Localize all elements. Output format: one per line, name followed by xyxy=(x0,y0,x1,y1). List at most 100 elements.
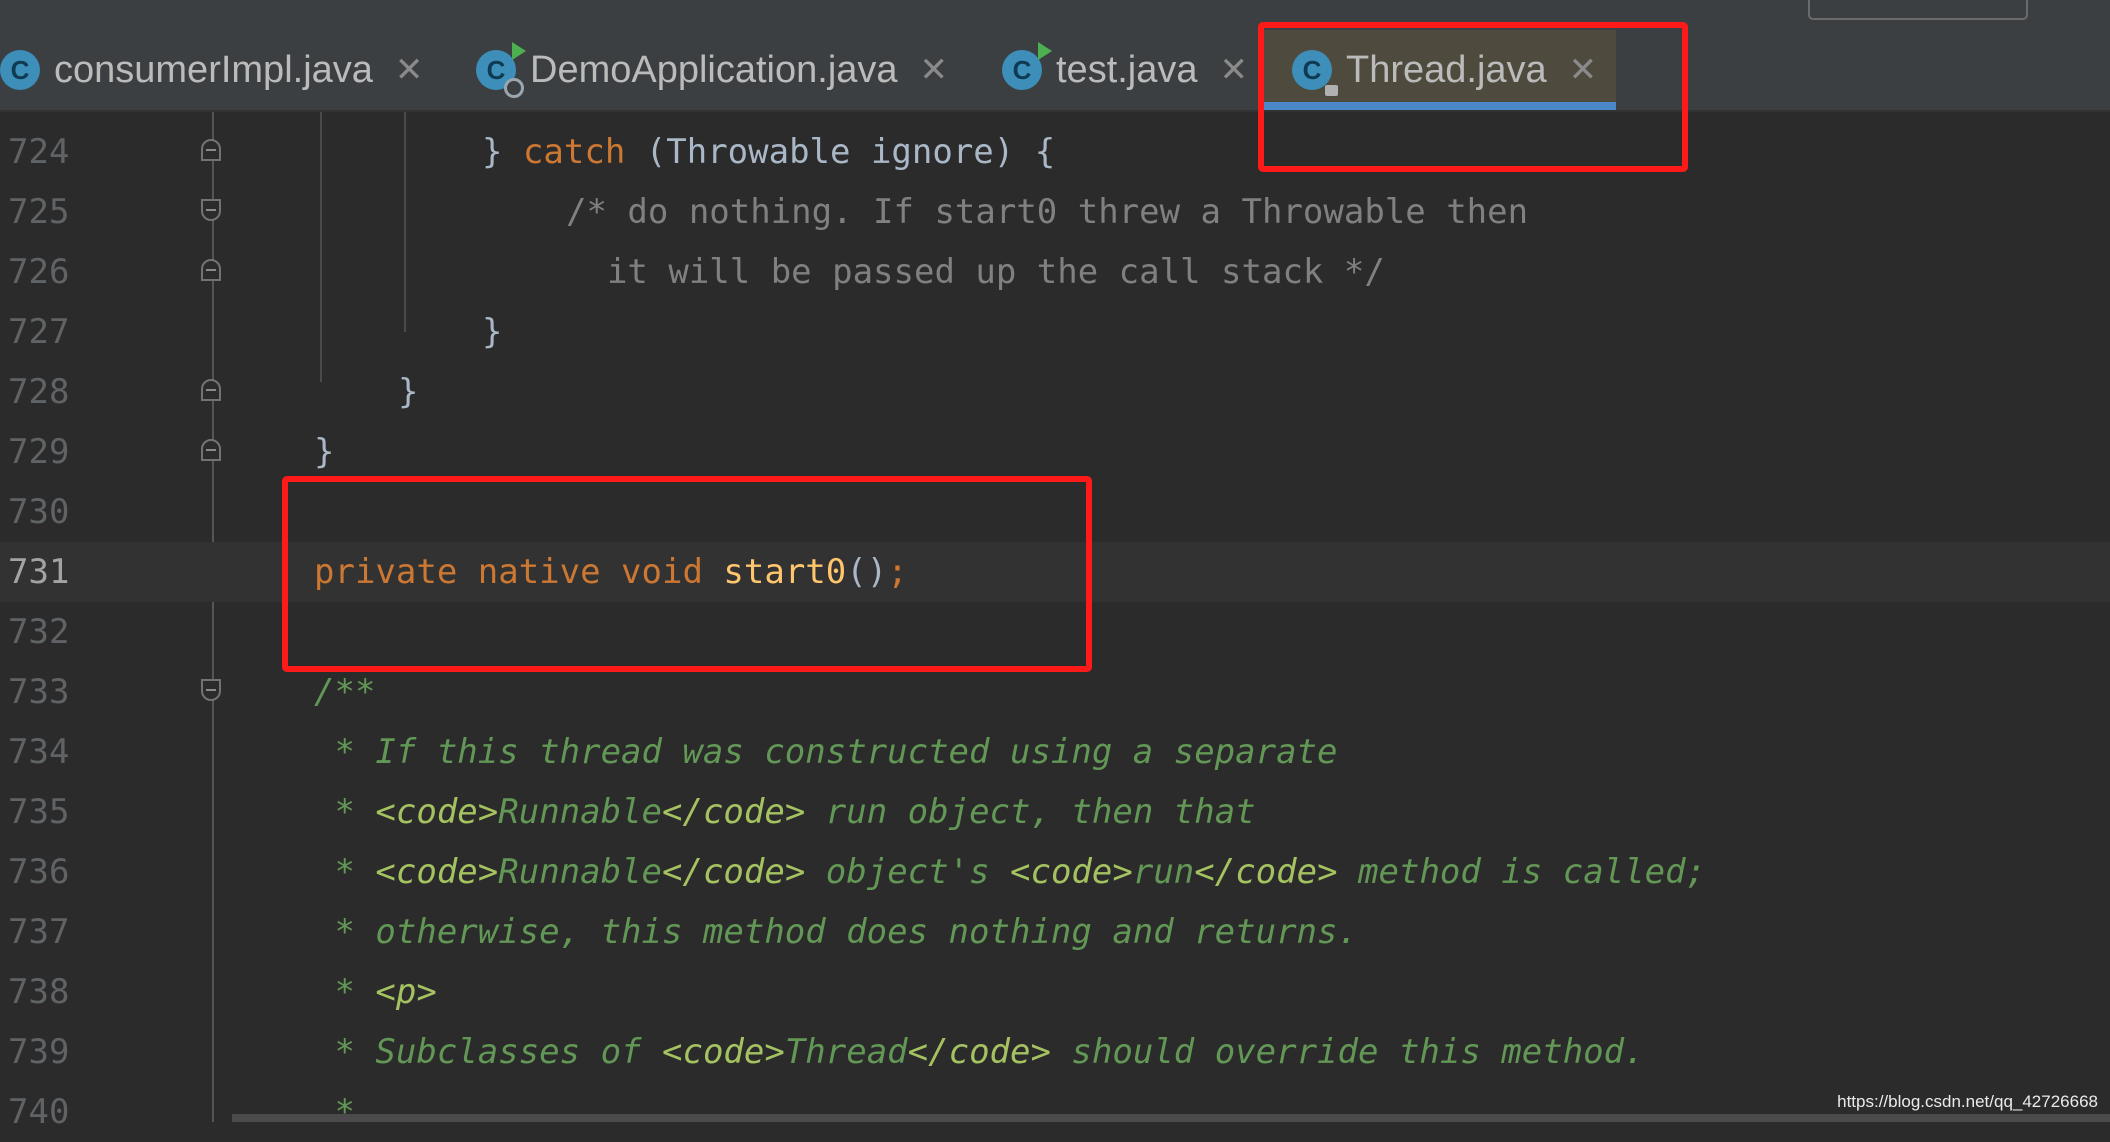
code-text: } xyxy=(482,302,502,362)
line-number: 724 xyxy=(8,132,70,172)
fold-end-icon[interactable] xyxy=(201,139,221,161)
line-number: 734 xyxy=(8,732,70,772)
line-number: 737 xyxy=(8,912,70,952)
line-number: 725 xyxy=(8,192,70,232)
code-text: * xyxy=(314,1082,355,1142)
java-class-icon: C xyxy=(0,50,40,90)
code-line: 734 * If this thread was constructed usi… xyxy=(0,722,2110,782)
code-token: } xyxy=(398,372,419,412)
line-number: 733 xyxy=(8,672,70,712)
code-token: <p> xyxy=(375,972,437,1012)
line-number: 730 xyxy=(8,492,70,532)
tab-consumerimpl[interactable]: C consumerImpl.java ✕ xyxy=(0,30,423,110)
code-token: * xyxy=(314,972,376,1012)
runnable-class-icon: C xyxy=(1002,42,1052,90)
code-text: * otherwise, this method does nothing an… xyxy=(314,902,1358,962)
code-token: (Throwable ignore) { xyxy=(625,132,1056,172)
code-text: } catch (Throwable ignore) { xyxy=(482,122,1055,182)
spring-boot-run-class-icon: C xyxy=(476,42,526,98)
code-token: Runnable xyxy=(498,852,663,892)
code-line: 729 } xyxy=(0,422,2110,482)
code-token: run xyxy=(1132,852,1195,892)
annotation-box-code xyxy=(282,476,1092,672)
code-token: method is called; xyxy=(1337,852,1707,892)
code-text: * If this thread was constructed using a… xyxy=(314,722,1338,782)
code-line: 736 * <code>Runnable</code> object's <co… xyxy=(0,842,2110,902)
fold-start-icon[interactable] xyxy=(201,679,221,701)
line-number: 735 xyxy=(8,792,70,832)
code-token: <code> xyxy=(1010,852,1133,892)
fold-start-icon[interactable] xyxy=(201,199,221,221)
tab-label: test.java xyxy=(1056,48,1198,91)
toolbar-field[interactable] xyxy=(1808,0,2028,20)
code-token: <code> xyxy=(662,1032,785,1072)
horizontal-scrollbar[interactable] xyxy=(232,1114,2110,1122)
code-text: /* do nothing. If start0 threw a Throwab… xyxy=(566,182,1528,242)
code-text: * <p> xyxy=(314,962,437,1022)
code-token: * xyxy=(314,792,376,832)
code-text: * <code>Runnable</code> object's <code>r… xyxy=(314,842,1706,902)
line-number: 729 xyxy=(8,432,70,472)
close-icon[interactable]: ✕ xyxy=(395,50,424,90)
code-token: Thread xyxy=(784,1032,908,1072)
code-line: 725 /* do nothing. If start0 threw a Thr… xyxy=(0,182,2110,242)
tab-test[interactable]: C test.java ✕ xyxy=(1002,30,1248,110)
code-token: * xyxy=(314,1092,355,1132)
fold-end-icon[interactable] xyxy=(201,259,221,281)
annotation-box-tab xyxy=(1258,22,1688,172)
code-token: Runnable xyxy=(498,792,663,832)
line-number: 731 xyxy=(8,552,70,592)
line-number: 726 xyxy=(8,252,70,292)
close-icon[interactable]: ✕ xyxy=(920,50,949,90)
line-number: 739 xyxy=(8,1032,70,1072)
code-line: 727 } xyxy=(0,302,2110,362)
code-token: * otherwise, this method does nothing an… xyxy=(314,912,1358,952)
code-token: /** xyxy=(314,672,376,712)
fold-end-icon[interactable] xyxy=(201,379,221,401)
tab-label: DemoApplication.java xyxy=(530,48,898,91)
code-token: </code> xyxy=(907,1032,1051,1072)
top-toolbar-strip xyxy=(0,0,2110,30)
fold-end-icon[interactable] xyxy=(201,439,221,461)
code-line: 728 } xyxy=(0,362,2110,422)
code-line: 738 * <p> xyxy=(0,962,2110,1022)
code-text: it will be passed up the call stack */ xyxy=(566,242,1385,302)
watermark: https://blog.csdn.net/qq_42726668 xyxy=(1837,1092,2098,1111)
code-line: 740 * xyxy=(0,1082,2110,1142)
code-token: <code> xyxy=(375,852,499,892)
code-token: run object, then that xyxy=(805,792,1256,832)
code-token: } xyxy=(482,312,503,352)
code-line: 739 * Subclasses of <code>Thread</code> … xyxy=(0,1022,2110,1082)
code-text: } xyxy=(314,422,334,482)
code-token: </code> xyxy=(662,852,806,892)
code-token: /* do nothing. If start0 threw a Throwab… xyxy=(566,192,1529,232)
code-token: * Subclasses of xyxy=(314,1032,662,1072)
code-token: </code> xyxy=(1194,852,1338,892)
code-text: * <code>Runnable</code> run object, then… xyxy=(314,782,1256,842)
line-number: 728 xyxy=(8,372,70,412)
code-text: * Subclasses of <code>Thread</code> shou… xyxy=(314,1022,1645,1082)
editor-tab-bar: C consumerImpl.java ✕ C DemoApplication.… xyxy=(0,30,2110,112)
code-token: it will be passed up the call stack */ xyxy=(566,252,1385,292)
code-token: } xyxy=(314,432,335,472)
code-line: 735 * <code>Runnable</code> run object, … xyxy=(0,782,2110,842)
code-token: object's xyxy=(805,852,1011,892)
close-icon[interactable]: ✕ xyxy=(1220,50,1249,90)
line-number: 727 xyxy=(8,312,70,352)
code-token: * If this thread was constructed using a… xyxy=(314,732,1338,772)
line-number: 732 xyxy=(8,612,70,652)
code-text: } xyxy=(398,362,418,422)
code-token: } xyxy=(482,132,523,172)
code-token: catch xyxy=(522,132,626,172)
line-number: 738 xyxy=(8,972,70,1012)
code-line: 726 it will be passed up the call stack … xyxy=(0,242,2110,302)
line-number: 736 xyxy=(8,852,70,892)
code-token: should override this method. xyxy=(1050,1032,1645,1072)
tab-label: consumerImpl.java xyxy=(54,48,373,91)
tab-demoapplication[interactable]: C DemoApplication.java ✕ xyxy=(476,30,948,110)
code-token: <code> xyxy=(375,792,499,832)
line-number: 740 xyxy=(8,1092,70,1132)
code-token: * xyxy=(314,852,376,892)
code-token: </code> xyxy=(662,792,806,832)
code-line: 724 } catch (Throwable ignore) { xyxy=(0,122,2110,182)
